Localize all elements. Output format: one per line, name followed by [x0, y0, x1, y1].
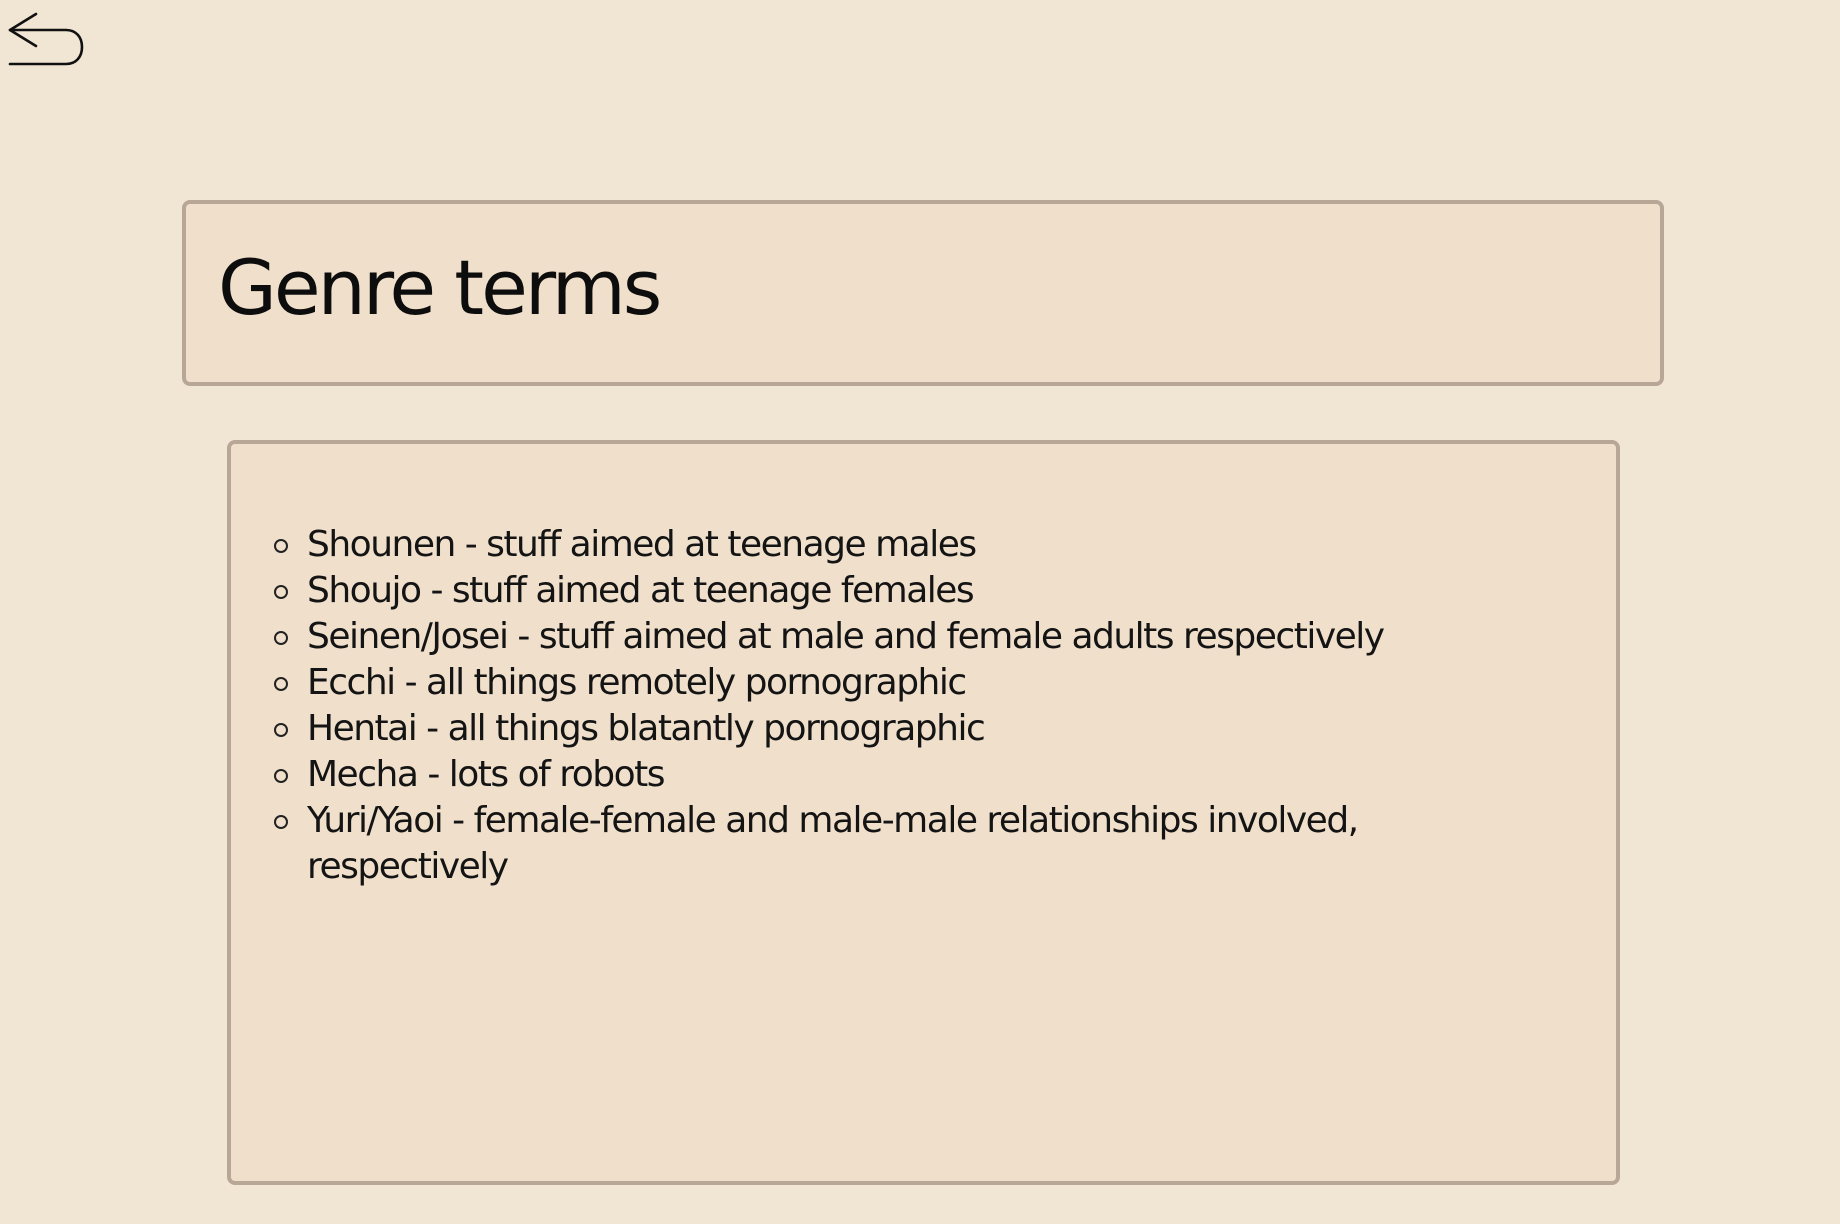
title-card: Genre terms: [182, 200, 1664, 386]
back-button[interactable]: [4, 8, 86, 76]
bullet-icon: [274, 539, 288, 553]
bullet-icon: [274, 769, 288, 783]
bullet-icon: [274, 631, 288, 645]
list-item: Shoujo - stuff aimed at teenage females: [274, 568, 1564, 614]
list-item: Seinen/Josei - stuff aimed at male and f…: [274, 614, 1564, 660]
bullet-icon: [274, 585, 288, 599]
term-text: Shoujo - stuff aimed at teenage females: [307, 570, 975, 611]
undo-arrow-icon: [8, 12, 84, 66]
list-item: Shounen - stuff aimed at teenage males: [274, 522, 1564, 568]
content-card: Shounen - stuff aimed at teenage males S…: [227, 440, 1620, 1185]
term-text: Mecha - lots of robots: [307, 754, 666, 795]
bullet-icon: [274, 815, 288, 829]
term-text: Hentai - all things blatantly pornograph…: [307, 708, 986, 749]
list-item: Yuri/Yaoi - female-female and male-male …: [274, 798, 1564, 890]
term-text: Yuri/Yaoi - female-female and male-male …: [307, 800, 1359, 887]
page-title: Genre terms: [218, 243, 662, 332]
list-item: Hentai - all things blatantly pornograph…: [274, 706, 1564, 752]
bullet-icon: [274, 677, 288, 691]
list-item: Ecchi - all things remotely pornographic: [274, 660, 1564, 706]
term-text: Ecchi - all things remotely pornographic: [307, 662, 967, 703]
term-text: Seinen/Josei - stuff aimed at male and f…: [307, 616, 1385, 657]
term-text: Shounen - stuff aimed at teenage males: [307, 524, 977, 565]
genre-term-list: Shounen - stuff aimed at teenage males S…: [274, 522, 1564, 890]
list-item: Mecha - lots of robots: [274, 752, 1564, 798]
bullet-icon: [274, 723, 288, 737]
